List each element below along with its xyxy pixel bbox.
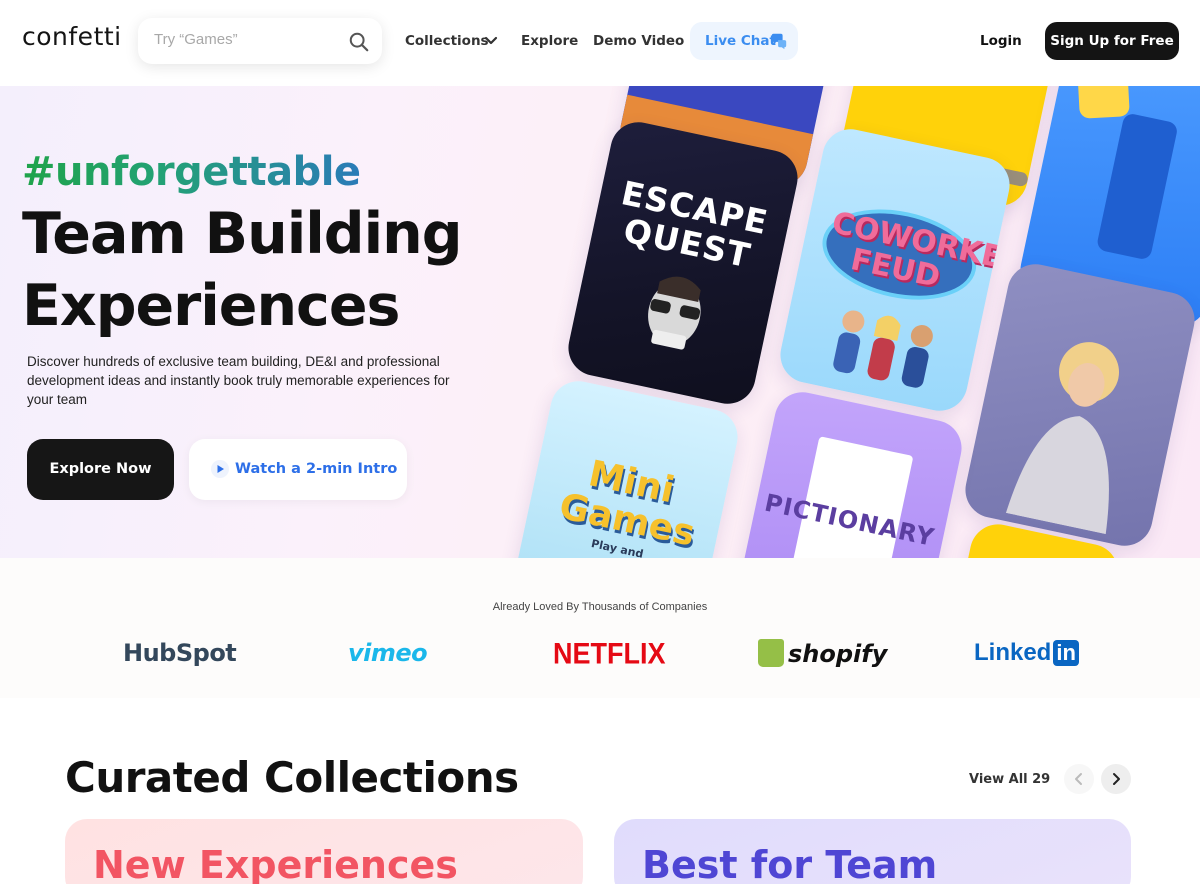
skull-mask-image bbox=[648, 276, 701, 350]
linkedin-wordmark: Linked bbox=[974, 639, 1052, 666]
carousel-next-button[interactable] bbox=[1101, 764, 1131, 794]
search-icon[interactable] bbox=[348, 31, 370, 53]
hubspot-logo: HubSpot bbox=[123, 639, 237, 667]
chevron-left-icon bbox=[1075, 773, 1082, 785]
netflix-logo: NETFLIX bbox=[553, 637, 666, 671]
watch-intro-label: Watch a 2-min Intro bbox=[235, 461, 398, 477]
hero-description: Discover hundreds of exclusive team buil… bbox=[27, 354, 450, 407]
collection-card-title: Best for Team bbox=[642, 843, 938, 884]
performer-image bbox=[1005, 342, 1120, 535]
tile-escape-quest[interactable]: ESCAPE QUEST bbox=[563, 117, 803, 409]
trusted-companies-section: Already Loved By Thousands of Companies … bbox=[0, 558, 1200, 698]
signup-button[interactable]: Sign Up for Free bbox=[1045, 22, 1179, 60]
shopify-bag-icon bbox=[758, 639, 784, 667]
linkedin-in-box: in bbox=[1053, 640, 1079, 666]
linkedin-logo: Linked in bbox=[974, 639, 1079, 673]
view-all-link[interactable]: View All 29 bbox=[969, 772, 1050, 787]
headline-line-1: Team Building bbox=[22, 201, 462, 267]
hero-hashtag: #unforgettable bbox=[22, 149, 361, 195]
hero-headline: Team Building Experiences bbox=[22, 198, 462, 342]
explore-now-button[interactable]: Explore Now bbox=[27, 439, 174, 500]
tile-pictionary[interactable]: PICTIONARY bbox=[727, 387, 967, 558]
tile-mini-games[interactable]: Mini Games Play and bbox=[503, 376, 743, 558]
carousel-prev-button[interactable] bbox=[1064, 764, 1094, 794]
chat-bubble-icon bbox=[771, 33, 787, 50]
tile-coworker-feud[interactable]: COWORKER FEUD bbox=[775, 124, 1015, 416]
collection-card-best-for-team[interactable]: Best for Team bbox=[614, 819, 1131, 884]
vimeo-logo: vimeo bbox=[348, 639, 428, 667]
search-box[interactable] bbox=[138, 18, 382, 64]
chevron-right-icon bbox=[1113, 773, 1120, 785]
live-chat-label: Live Chat bbox=[705, 33, 776, 49]
hero-section: ESCAPE QUEST COWORKER FEUD Mini Games Pl… bbox=[0, 86, 1200, 558]
curated-collections-section: Curated Collections View All 29 New Expe… bbox=[0, 698, 1200, 884]
login-link[interactable]: Login bbox=[980, 33, 1022, 49]
live-chat-button[interactable]: Live Chat bbox=[690, 22, 798, 60]
nav-collections[interactable]: Collections bbox=[405, 33, 489, 49]
confetti-logo[interactable]: confetti bbox=[22, 22, 122, 51]
search-input[interactable] bbox=[154, 31, 334, 48]
play-icon bbox=[211, 460, 229, 478]
escape-quest-title: ESCAPE QUEST bbox=[617, 173, 772, 276]
chevron-down-icon[interactable] bbox=[483, 33, 499, 49]
section-title: Curated Collections bbox=[65, 753, 519, 802]
nav-demo-video[interactable]: Demo Video bbox=[593, 33, 684, 49]
watch-intro-button[interactable]: Watch a 2-min Intro bbox=[189, 439, 407, 500]
trusted-caption: Already Loved By Thousands of Companies bbox=[492, 601, 708, 613]
top-navigation-bar: confetti Collections Explore Demo Video … bbox=[0, 0, 1200, 86]
collection-card-title: New Experiences bbox=[93, 843, 458, 884]
nav-explore[interactable]: Explore bbox=[521, 33, 578, 49]
headline-line-2: Experiences bbox=[22, 273, 400, 339]
collection-card-new-experiences[interactable]: New Experiences bbox=[65, 819, 583, 884]
shopify-wordmark: shopify bbox=[788, 640, 888, 668]
tile-drag-performer[interactable] bbox=[960, 259, 1200, 551]
shopify-logo: shopify bbox=[758, 639, 887, 673]
cartoon-people-image bbox=[833, 310, 933, 388]
